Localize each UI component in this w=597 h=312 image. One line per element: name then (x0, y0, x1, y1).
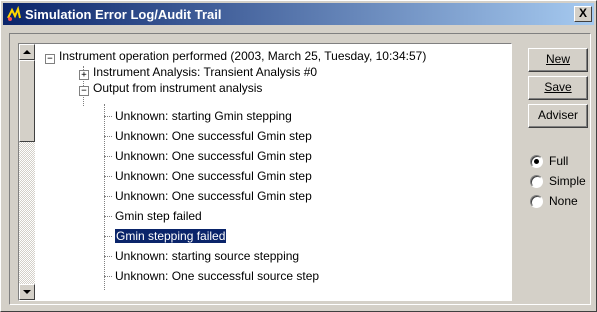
log-entry[interactable]: Unknown: One successful Gmin step (115, 128, 312, 144)
scroll-down-button[interactable] (19, 284, 35, 300)
log-entry[interactable]: Unknown: starting source stepping (115, 248, 299, 264)
collapse-root-icon[interactable]: − (45, 54, 55, 64)
radio-label-full: Full (549, 154, 569, 168)
app-icon (7, 6, 21, 21)
audit-trail-window: Simulation Error Log/Audit Trail X − Ins… (0, 0, 597, 312)
down-arrow-icon (23, 290, 31, 294)
tree-connector (104, 116, 112, 118)
tree-item-output[interactable]: Output from instrument analysis (93, 80, 262, 96)
radio-circle (530, 194, 543, 208)
save-button[interactable]: Save (528, 76, 588, 100)
selected-entry-text: Gmin stepping failed (113, 228, 228, 244)
log-entry-selected[interactable]: Gmin stepping failed (113, 228, 228, 244)
title-bar[interactable]: Simulation Error Log/Audit Trail X (3, 3, 594, 25)
window-title: Simulation Error Log/Audit Trail (25, 6, 222, 22)
log-entry[interactable]: Unknown: One successful source step (115, 268, 319, 284)
log-entry[interactable]: Unknown: One successful Gmin step (115, 168, 312, 184)
radio-label-none: None (549, 194, 578, 208)
radio-circle (530, 154, 543, 168)
vertical-scrollbar[interactable] (19, 44, 35, 300)
tree-connector (104, 216, 112, 218)
tree-connector (104, 196, 112, 198)
tree-connector (104, 156, 112, 158)
log-entry[interactable]: Unknown: One successful Gmin step (115, 188, 312, 204)
expand-analysis-icon[interactable]: + (79, 70, 89, 80)
close-button[interactable]: X (574, 6, 592, 22)
radio-full[interactable]: Full (530, 153, 568, 169)
log-entry[interactable]: Gmin step failed (115, 208, 202, 224)
log-tree[interactable]: − Instrument operation performed (2003, … (18, 43, 512, 301)
tree-item-analysis[interactable]: Instrument Analysis: Transient Analysis … (93, 64, 317, 80)
adviser-button[interactable]: Adviser (528, 104, 588, 128)
collapse-output-icon[interactable]: − (79, 86, 89, 96)
tree-connector (104, 256, 112, 258)
tree-connector (104, 136, 112, 138)
close-icon: X (578, 6, 587, 20)
radio-label-simple: Simple (549, 174, 586, 188)
radio-simple[interactable]: Simple (530, 173, 586, 189)
radio-circle (530, 174, 543, 188)
log-entry[interactable]: Unknown: starting Gmin stepping (115, 108, 292, 124)
tree-connector (104, 276, 112, 278)
radio-none[interactable]: None (530, 193, 578, 209)
scroll-up-button[interactable] (19, 44, 35, 60)
up-arrow-icon (23, 50, 31, 54)
tree-connector (104, 176, 112, 178)
log-entry[interactable]: Unknown: One successful Gmin step (115, 148, 312, 164)
tree-connector (104, 236, 112, 238)
radio-selected-dot (534, 158, 539, 164)
new-button[interactable]: New (528, 48, 588, 72)
scroll-thumb[interactable] (19, 60, 35, 142)
tree-root-item[interactable]: Instrument operation performed (2003, Ma… (59, 48, 426, 64)
